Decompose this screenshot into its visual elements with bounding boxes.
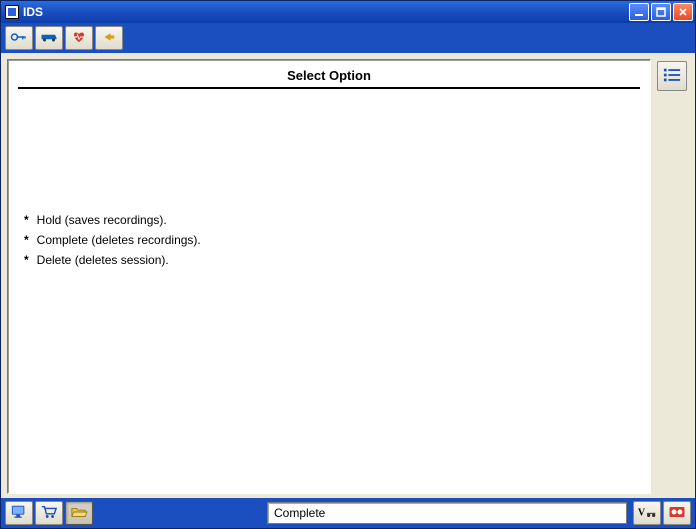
heart-icon	[70, 30, 88, 47]
key-icon	[10, 30, 28, 47]
diagnostic-tool-button[interactable]	[65, 26, 93, 50]
titlebar: IDS	[1, 1, 695, 23]
body-area: Select Option * Hold (saves recordings).…	[1, 53, 695, 498]
folder-status-button[interactable]	[65, 501, 93, 525]
maximize-button[interactable]	[651, 3, 671, 21]
top-toolbar	[1, 23, 695, 53]
bullet-icon: *	[24, 233, 29, 247]
cart-icon	[40, 504, 58, 523]
vehicle-info-button[interactable]: V	[633, 501, 661, 525]
close-button[interactable]	[673, 3, 693, 21]
app-icon	[5, 5, 19, 19]
record-button[interactable]	[663, 501, 691, 525]
monitor-status-button[interactable]	[5, 501, 33, 525]
record-icon	[667, 504, 687, 523]
status-text: Complete	[274, 506, 325, 520]
back-arrow-icon	[100, 30, 118, 47]
list-icon	[662, 66, 682, 87]
option-label: Hold (saves recordings).	[37, 213, 167, 227]
vehicle-tool-button[interactable]	[35, 26, 63, 50]
monitor-icon	[10, 504, 28, 523]
option-item[interactable]: * Delete (deletes session).	[24, 253, 640, 267]
panel-heading: Select Option	[18, 66, 640, 87]
folder-open-icon	[70, 504, 88, 523]
app-window: IDS	[0, 0, 696, 529]
list-view-button[interactable]	[657, 61, 687, 91]
status-bar: Complete V	[1, 498, 695, 528]
option-label: Delete (deletes session).	[37, 253, 169, 267]
truck-icon	[40, 30, 58, 47]
main-panel: Select Option * Hold (saves recordings).…	[7, 59, 651, 494]
side-toolbar	[655, 59, 689, 494]
option-item[interactable]: * Hold (saves recordings).	[24, 213, 640, 227]
options-list: * Hold (saves recordings). * Complete (d…	[18, 213, 640, 273]
option-item[interactable]: * Complete (deletes recordings).	[24, 233, 640, 247]
key-tool-button[interactable]	[5, 26, 33, 50]
status-text-field: Complete	[267, 502, 627, 524]
window-title: IDS	[23, 5, 627, 19]
heading-rule	[18, 87, 640, 89]
vehicle-info-icon: V	[637, 504, 657, 523]
cart-status-button[interactable]	[35, 501, 63, 525]
bullet-icon: *	[24, 213, 29, 227]
back-tool-button[interactable]	[95, 26, 123, 50]
svg-text:V: V	[638, 507, 646, 518]
minimize-button[interactable]	[629, 3, 649, 21]
option-label: Complete (deletes recordings).	[37, 233, 201, 247]
bullet-icon: *	[24, 253, 29, 267]
